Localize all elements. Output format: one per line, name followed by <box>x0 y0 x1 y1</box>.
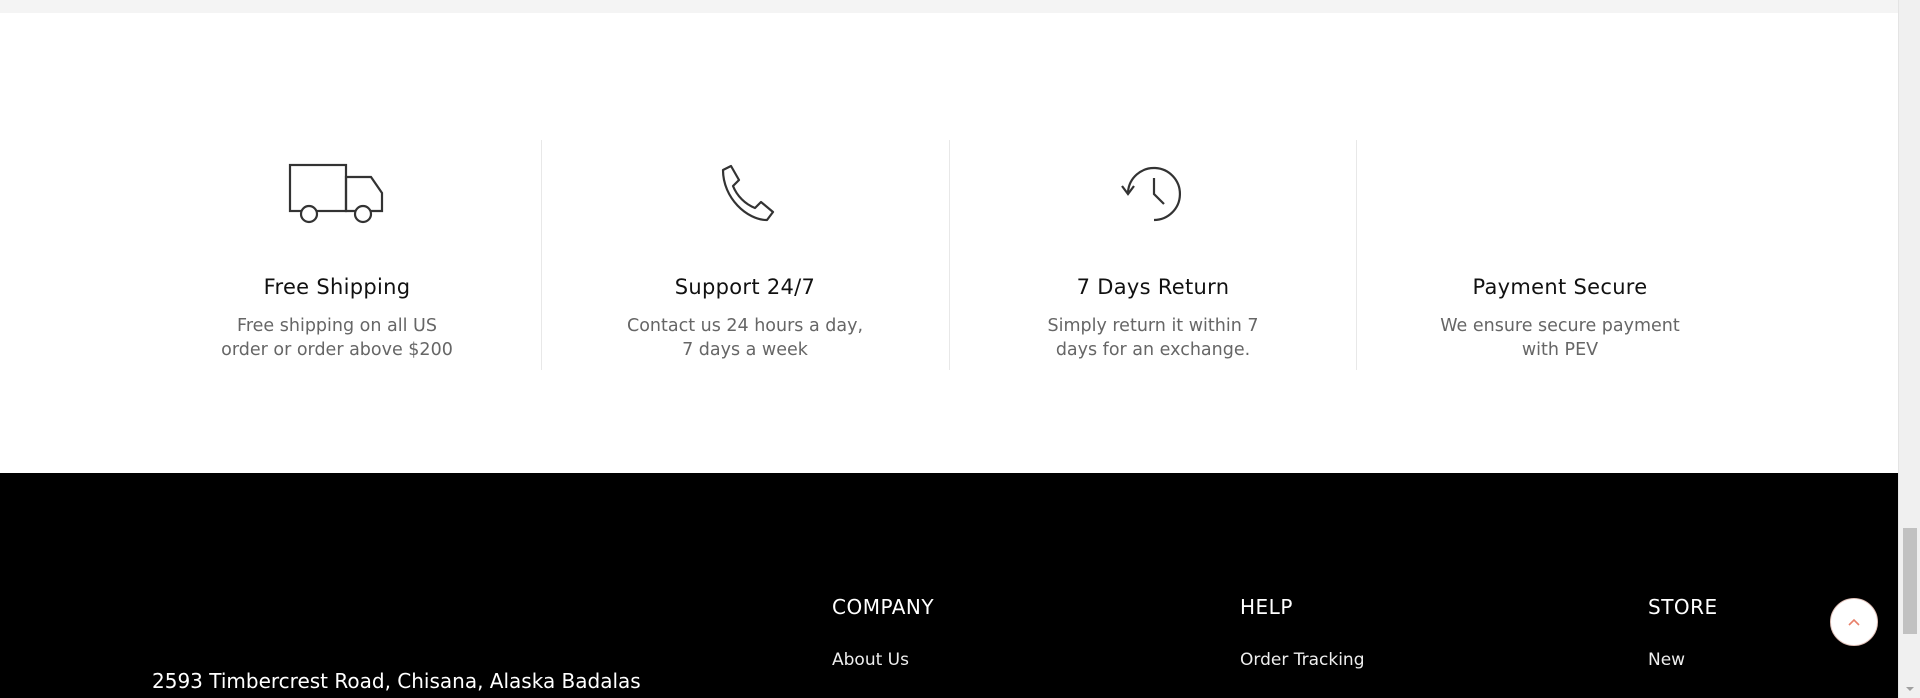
footer-column-store: STORE New <box>1648 595 1718 670</box>
feature-title: Support 24/7 <box>674 275 816 299</box>
scroll-down-arrow-icon[interactable] <box>1905 684 1915 694</box>
footer-column-heading: COMPANY <box>832 595 935 619</box>
feature-title: 7 Days Return <box>1076 275 1230 299</box>
feature-description: Contact us 24 hours a day, 7 days a week <box>626 316 864 360</box>
feature-title: Payment Secure <box>1472 275 1648 299</box>
feature-return: 7 Days Return Simply return it within 7 … <box>950 140 1356 370</box>
footer-link-new[interactable]: New <box>1648 650 1685 670</box>
scrollbar-thumb[interactable] <box>1903 528 1917 634</box>
features-section: Free Shipping Free shipping on all US or… <box>0 13 1898 473</box>
footer-link-about-us[interactable]: About Us <box>832 650 909 670</box>
feature-title: Free Shipping <box>263 275 411 299</box>
feature-support: Support 24/7 Contact us 24 hours a day, … <box>542 140 948 370</box>
footer-column-company: COMPANY About Us <box>832 595 935 670</box>
feature-description: Free shipping on all US order or order a… <box>221 316 453 360</box>
feature-description: Simply return it within 7 days for an ex… <box>1047 316 1259 360</box>
chevron-up-icon <box>1848 618 1860 626</box>
feature-free-shipping: Free Shipping Free shipping on all US or… <box>134 140 540 370</box>
history-icon <box>950 162 1356 222</box>
footer-column-heading: HELP <box>1240 595 1293 619</box>
feature-payment: Payment Secure We ensure secure payment … <box>1357 140 1763 370</box>
footer-link-order-tracking[interactable]: Order Tracking <box>1240 650 1365 670</box>
footer-address: 2593 Timbercrest Road, Chisana, Alaska B… <box>152 669 641 693</box>
truck-icon <box>134 162 540 224</box>
phone-icon <box>542 162 948 222</box>
footer-column-heading: STORE <box>1648 595 1718 619</box>
top-strip <box>0 0 1898 13</box>
back-to-top-button[interactable] <box>1830 598 1878 646</box>
page-scrollbar[interactable] <box>1898 0 1920 698</box>
site-footer: 2593 Timbercrest Road, Chisana, Alaska B… <box>0 473 1898 698</box>
feature-description: We ensure secure payment with PEV <box>1440 316 1680 360</box>
footer-column-help: HELP Order Tracking <box>1240 595 1365 670</box>
payment-icon-placeholder <box>1357 162 1763 222</box>
